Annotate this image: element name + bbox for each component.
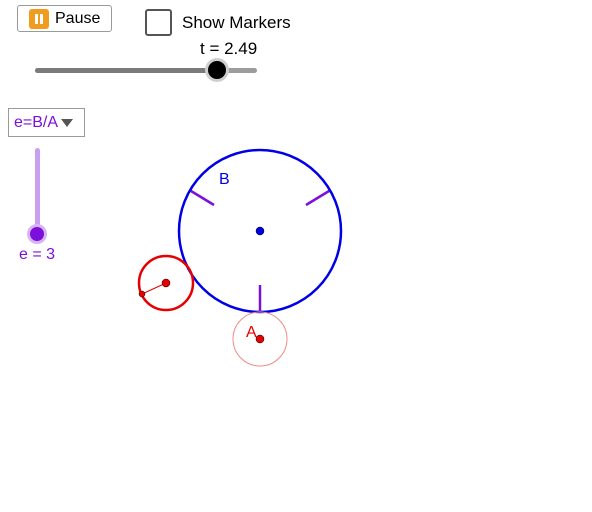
t-value-label: t = 2.49 [200, 39, 258, 58]
small-circle-label: A [246, 324, 257, 341]
geometry-canvas: B A [137, 148, 343, 367]
pause-button-label: Pause [55, 9, 101, 27]
ghost-circle [232, 311, 288, 367]
mode-dropdown-value: e=B/A [14, 113, 59, 131]
ghost-circle-center [255, 334, 265, 344]
t-slider-fill [35, 68, 218, 73]
big-circle [177, 148, 343, 314]
e-slider-thumb[interactable] [30, 227, 44, 242]
rolling-circle-center [161, 278, 171, 288]
rolling-circle [137, 254, 195, 312]
show-markers-checkbox[interactable] [145, 9, 172, 36]
chevron-down-icon [61, 118, 74, 127]
pause-icon [29, 8, 49, 29]
pause-button[interactable]: Pause [17, 5, 112, 32]
marker-line-right [305, 189, 330, 207]
rolling-radius-line [141, 282, 167, 295]
show-markers-label: Show Markers [182, 13, 291, 32]
big-circle-center [255, 226, 265, 236]
mode-dropdown[interactable]: e=B/A [8, 108, 85, 137]
marker-line-left [190, 189, 215, 207]
tracing-point [138, 290, 146, 298]
e-value-label: e = 3 [19, 246, 56, 263]
t-slider-thumb[interactable] [208, 61, 227, 79]
big-circle-label: B [219, 171, 230, 188]
